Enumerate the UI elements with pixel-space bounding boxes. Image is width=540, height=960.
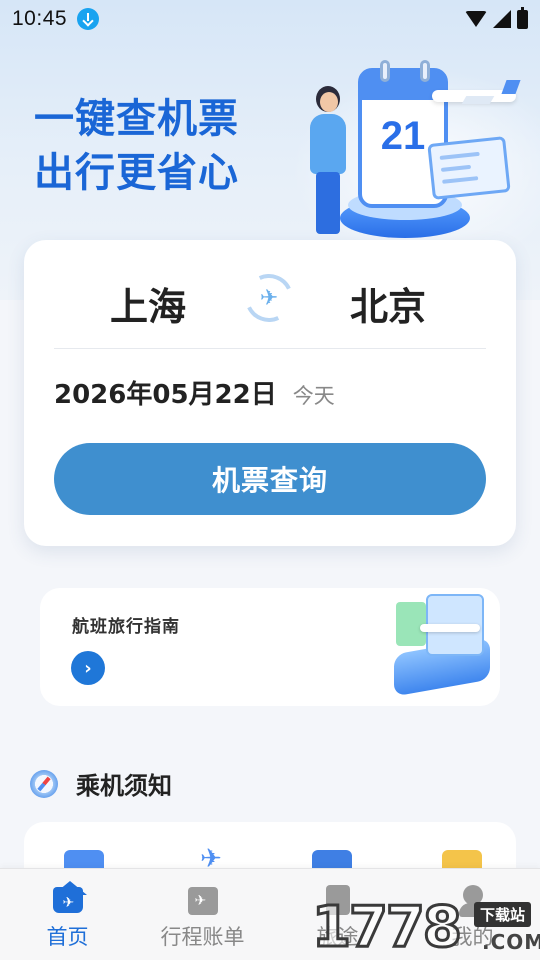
flight-guide-banner[interactable]: 航班旅行指南 › — [40, 588, 500, 706]
guide-airplane-icon — [420, 624, 480, 632]
status-time: 10:45 — [12, 7, 68, 30]
search-flights-button[interactable]: 机票查询 — [54, 443, 486, 515]
boarding-notice-title: 乘机须知 — [76, 772, 172, 800]
wifi-icon — [465, 11, 487, 27]
person-legs — [316, 172, 340, 234]
download-icon — [77, 8, 100, 30]
boarding-notice-header: 乘机须知 — [30, 766, 172, 801]
tab-home[interactable]: ✈ 首页 — [0, 869, 135, 960]
doc-line — [442, 176, 479, 184]
doc-line — [440, 164, 472, 172]
tab-itinerary-label: 行程账单 — [160, 925, 245, 949]
home-shape: ✈ — [52, 881, 87, 913]
battery-icon — [517, 6, 528, 29]
arrival-city[interactable]: 北京 — [350, 276, 426, 331]
calendar-plane-icon — [186, 883, 220, 917]
calendar-ring-right — [420, 60, 430, 82]
search-flights-label: 机票查询 — [211, 465, 328, 496]
home-roof — [52, 881, 87, 895]
traveler-figure — [306, 86, 350, 236]
departure-date: 2026年05月22日 — [54, 380, 277, 410]
person-body — [310, 114, 346, 174]
person-face — [320, 92, 338, 112]
calendar-ring-left — [380, 60, 390, 82]
status-indicators — [465, 6, 528, 29]
date-relative-label: 今天 — [292, 384, 335, 408]
airplane-tail — [501, 80, 521, 94]
airplane-icon — [432, 80, 522, 106]
hero-title-line1: 一键查机票 — [34, 96, 239, 142]
tab-itinerary[interactable]: 行程账单 — [135, 869, 270, 960]
hero-illustration: 21 — [270, 40, 540, 255]
home-plane-glyph: ✈ — [62, 895, 75, 911]
watermark-domain: .COM — [482, 930, 540, 954]
guide-title: 航班旅行指南 — [72, 617, 180, 637]
departure-city[interactable]: 上海 — [110, 276, 186, 331]
hero-title: 一键查机票 出行更省心 — [34, 92, 239, 200]
watermark-digits: 1778 — [311, 894, 464, 960]
calendar-shape — [187, 887, 218, 915]
ticket-doc-icon — [427, 136, 511, 200]
tab-home-label: 首页 — [46, 925, 89, 949]
guide-illustration — [386, 588, 500, 706]
watermark-badge: 下载站 — [474, 902, 532, 927]
flight-search-card: 上海 ✈ 北京 2026年05月22日 今天 机票查询 — [24, 240, 516, 546]
status-bar: 10:45 — [0, 0, 540, 38]
signal-icon — [493, 10, 511, 28]
swap-plane-icon: ✈ — [259, 285, 279, 311]
swap-cities-button[interactable]: ✈ — [238, 267, 300, 329]
chevron-right-icon[interactable]: › — [71, 651, 105, 685]
hero-title-line2: 出行更省心 — [34, 150, 239, 196]
card-divider — [54, 348, 486, 349]
airplane-wing — [461, 96, 495, 104]
home-icon: ✈ — [51, 881, 87, 917]
doc-line — [439, 151, 480, 160]
date-selector[interactable]: 2026年05月22日 今天 — [54, 374, 335, 411]
compass-icon — [30, 769, 58, 798]
site-watermark: 1778 下载站 .COM — [311, 894, 540, 960]
